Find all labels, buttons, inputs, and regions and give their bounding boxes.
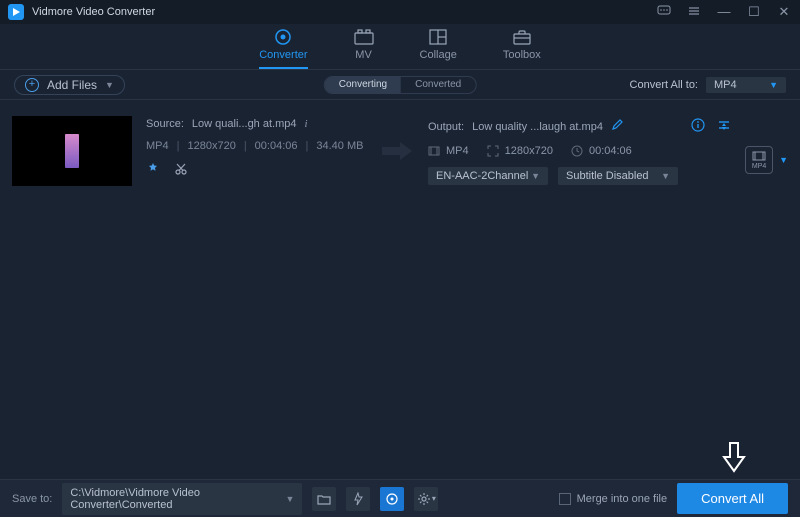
edit-icon[interactable]	[611, 119, 623, 134]
cut-icon[interactable]	[174, 162, 188, 179]
chevron-down-icon: ▼	[769, 80, 778, 90]
mv-icon	[354, 28, 374, 46]
info-icon[interactable]: i	[305, 118, 308, 130]
source-format: MP4	[146, 140, 169, 152]
subtitle-value: Subtitle Disabled	[566, 170, 649, 182]
plus-icon: +	[25, 78, 39, 92]
film-icon	[428, 146, 440, 156]
feedback-icon[interactable]	[656, 5, 672, 19]
tab-label: MV	[355, 49, 372, 61]
chevron-down-icon: ▼	[105, 80, 114, 90]
add-files-label: Add Files	[47, 78, 97, 92]
info-icon[interactable]	[691, 118, 705, 135]
audio-track-select[interactable]: EN-AAC-2Channel ▼	[428, 167, 548, 185]
audio-track-value: EN-AAC-2Channel	[436, 170, 528, 182]
chevron-down-icon: ▼	[285, 494, 294, 504]
output-format: MP4	[446, 145, 469, 157]
tab-converter[interactable]: Converter	[259, 28, 307, 69]
convert-all-to-label: Convert All to:	[630, 79, 698, 91]
collage-icon	[429, 28, 447, 46]
compress-icon[interactable]	[717, 118, 731, 135]
subtab-converted[interactable]: Converted	[401, 77, 475, 93]
convert-all-to-value: MP4	[714, 79, 737, 91]
resolution-icon	[487, 145, 499, 157]
source-resolution: 1280x720	[187, 140, 235, 152]
menu-icon[interactable]	[686, 5, 702, 19]
merge-label: Merge into one file	[577, 493, 668, 505]
tab-collage[interactable]: Collage	[420, 28, 457, 69]
converter-icon	[274, 28, 292, 46]
tab-label: Converter	[259, 49, 307, 61]
chevron-down-icon: ▼	[661, 171, 670, 181]
subtab-converting[interactable]: Converting	[325, 77, 401, 93]
tab-toolbox[interactable]: Toolbox	[503, 28, 541, 69]
app-title: Vidmore Video Converter	[32, 6, 656, 18]
output-resolution: 1280x720	[505, 145, 553, 157]
tab-label: Collage	[420, 49, 457, 61]
annotation-arrow	[722, 441, 746, 473]
footer: Save to: C:\Vidmore\Vidmore Video Conver…	[0, 479, 800, 517]
high-speed-on-button[interactable]	[380, 487, 404, 511]
minimize-button[interactable]: —	[716, 5, 732, 19]
source-filename: Low quali...gh at.mp4	[192, 118, 297, 130]
file-item: Source: Low quali...gh at.mp4 i MP4| 128…	[0, 100, 800, 202]
output-label: Output:	[428, 121, 464, 133]
add-files-button[interactable]: + Add Files ▼	[14, 75, 125, 95]
sub-tabs: Converting Converted	[324, 76, 477, 94]
film-icon	[752, 151, 766, 161]
chevron-down-icon: ▾	[432, 494, 436, 503]
video-thumbnail[interactable]	[12, 116, 132, 186]
arrow-right-icon	[380, 139, 414, 163]
chevron-down-icon: ▼	[531, 171, 540, 181]
tab-mv[interactable]: MV	[354, 28, 374, 69]
source-duration: 00:04:06	[255, 140, 298, 152]
merge-checkbox[interactable]: Merge into one file	[559, 493, 668, 505]
convert-all-to-select[interactable]: MP4 ▼	[706, 77, 786, 93]
close-button[interactable]: ✕	[776, 5, 792, 19]
open-folder-button[interactable]	[312, 487, 336, 511]
titlebar: Vidmore Video Converter — ☐ ✕	[0, 0, 800, 24]
edit-effects-icon[interactable]	[146, 162, 160, 179]
output-format-button[interactable]: MP4 ▼	[745, 146, 788, 174]
chevron-down-icon: ▼	[779, 155, 788, 165]
source-size: 34.40 MB	[316, 140, 363, 152]
output-filename: Low quality ...laugh at.mp4	[472, 121, 603, 133]
toolbox-icon	[512, 28, 532, 46]
save-to-label: Save to:	[12, 493, 52, 505]
save-path-select[interactable]: C:\Vidmore\Vidmore Video Converter\Conve…	[62, 483, 302, 515]
save-path-value: C:\Vidmore\Vidmore Video Converter\Conve…	[70, 487, 285, 511]
clock-icon	[571, 145, 583, 157]
tab-label: Toolbox	[503, 49, 541, 61]
app-logo	[8, 4, 24, 20]
toolbar: + Add Files ▼ Converting Converted Conve…	[0, 70, 800, 100]
output-duration: 00:04:06	[589, 145, 632, 157]
settings-button[interactable]: ▾	[414, 487, 438, 511]
source-label: Source:	[146, 118, 184, 130]
main-tabs: Converter MV Collage Toolbox	[0, 24, 800, 70]
checkbox-icon	[559, 493, 571, 505]
maximize-button[interactable]: ☐	[746, 5, 762, 19]
thumbnail-preview	[65, 134, 79, 168]
format-button-label: MP4	[752, 163, 766, 170]
convert-all-button[interactable]: Convert All	[677, 483, 788, 514]
subtitle-select[interactable]: Subtitle Disabled ▼	[558, 167, 678, 185]
hw-accel-off-button[interactable]	[346, 487, 370, 511]
